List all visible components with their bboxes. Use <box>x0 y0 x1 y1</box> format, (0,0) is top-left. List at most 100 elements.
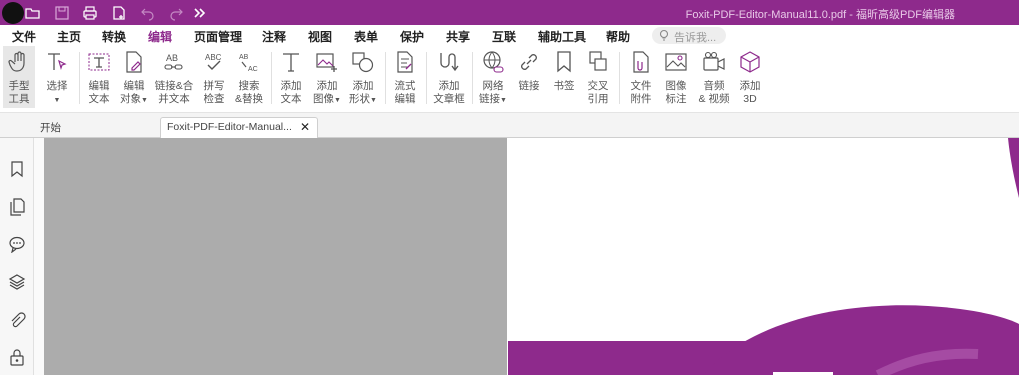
close-icon[interactable]: ✕ <box>300 120 310 134</box>
reflow-edit-icon <box>393 50 417 74</box>
hand-tool-button[interactable]: 手型 工具 <box>3 46 35 108</box>
menu-accessibility[interactable]: 辅助工具 <box>538 28 586 45</box>
undo-icon[interactable] <box>139 4 157 21</box>
link-merge-text-button[interactable]: AB 链接&合 并文本 <box>153 46 195 108</box>
save-icon[interactable] <box>53 4 71 21</box>
tool-label: 交叉 引用 <box>587 80 609 105</box>
menu-comment[interactable]: 注释 <box>262 28 286 45</box>
tool-label: 添加 3D <box>739 80 761 105</box>
bookmark-button[interactable]: 书签 <box>549 46 579 108</box>
open-icon[interactable] <box>24 4 42 21</box>
image-annotation-icon <box>664 50 688 74</box>
edit-object-icon <box>122 50 146 74</box>
tell-me-search[interactable]: 告诉我... <box>652 27 726 44</box>
tool-label: 选择 ▼ <box>46 80 68 104</box>
svg-text:AC: AC <box>248 66 258 73</box>
more-icon[interactable] <box>190 4 208 21</box>
ribbon-separator <box>472 52 473 104</box>
tool-label: 书签 <box>553 80 575 92</box>
svg-text:AB: AB <box>239 54 249 61</box>
audio-video-button[interactable]: 音频 & 视频 <box>697 46 731 108</box>
bookmark-icon <box>552 50 576 74</box>
tool-label: 链接&合 并文本 <box>154 80 194 105</box>
audio-video-icon <box>702 50 726 74</box>
spell-check-button[interactable]: ABC 拼写 检查 <box>199 46 229 108</box>
layers-panel-icon[interactable] <box>8 273 26 291</box>
add-shape-button[interactable]: 添加 形状▼ <box>346 46 380 108</box>
pdf-page[interactable] <box>508 138 1019 375</box>
web-link-icon <box>481 50 505 74</box>
print-icon[interactable] <box>81 4 99 21</box>
search-replace-icon: AB AC <box>237 50 261 74</box>
link-icon <box>517 50 541 74</box>
tool-label: 网络 链接▼ <box>479 80 507 105</box>
ribbon-separator <box>619 52 620 104</box>
cross-reference-icon <box>586 50 610 74</box>
redo-icon[interactable] <box>167 4 185 21</box>
title-bar: Foxit-PDF-Editor-Manual11.0.pdf - 福昕高级PD… <box>0 0 1019 25</box>
pages-panel-icon[interactable] <box>8 198 26 216</box>
add-3d-icon <box>738 50 762 74</box>
file-attachment-icon <box>629 50 653 74</box>
edit-text-button[interactable]: 编辑 文本 <box>83 46 115 108</box>
menu-help[interactable]: 帮助 <box>606 28 630 45</box>
menu-protect[interactable]: 保护 <box>400 28 424 45</box>
web-link-button[interactable]: 网络 链接▼ <box>476 46 510 108</box>
security-panel-icon[interactable] <box>8 348 26 366</box>
hand-icon <box>7 50 31 74</box>
link-merge-text-icon: AB <box>162 50 186 74</box>
tool-label: 添加 形状▼ <box>349 80 377 105</box>
tab-label: 开始 <box>40 122 61 134</box>
reflow-edit-button[interactable]: 流式 编辑 <box>390 46 420 108</box>
tool-label: 链接 <box>518 80 540 92</box>
document-tab-bar: 开始 Foxit-PDF-Editor-Manual... ✕ <box>0 113 1019 138</box>
menu-home[interactable]: 主页 <box>57 28 81 45</box>
svg-text:ABC: ABC <box>205 53 222 62</box>
tool-label: 添加 文本 <box>280 80 302 105</box>
image-annotation-button[interactable]: 图像 标注 <box>661 46 691 108</box>
search-replace-button[interactable]: AB AC 搜索 &替换 <box>233 46 265 108</box>
app-logo <box>2 2 24 24</box>
add-3d-button[interactable]: 添加 3D <box>735 46 765 108</box>
new-document-icon[interactable] <box>110 4 128 21</box>
ribbon-separator <box>385 52 386 104</box>
tool-label: 编辑 对象▼ <box>120 80 148 105</box>
svg-text:AB: AB <box>166 53 178 63</box>
comments-panel-icon[interactable] <box>8 235 26 254</box>
ribbon-separator <box>79 52 80 104</box>
select-text-icon <box>45 50 69 74</box>
lightbulb-icon <box>659 29 669 41</box>
article-box-button[interactable]: 添加 文章框 <box>431 46 467 108</box>
add-shape-icon <box>351 50 375 74</box>
add-text-button[interactable]: 添加 文本 <box>276 46 306 108</box>
attachments-panel-icon[interactable] <box>8 311 26 329</box>
add-image-button[interactable]: 添加 图像▼ <box>310 46 344 108</box>
link-button[interactable]: 链接 <box>514 46 544 108</box>
edit-object-button[interactable]: 编辑 对象▼ <box>117 46 151 108</box>
file-attachment-button[interactable]: 文件 附件 <box>626 46 656 108</box>
tool-label: 搜索 &替换 <box>234 80 263 105</box>
menu-share[interactable]: 共享 <box>446 28 470 45</box>
menu-edit[interactable]: 编辑 <box>145 28 175 49</box>
add-image-icon <box>315 50 339 74</box>
menu-connect[interactable]: 互联 <box>492 28 516 45</box>
tool-label: 添加 图像▼ <box>313 80 341 105</box>
ribbon-separator <box>426 52 427 104</box>
menu-form[interactable]: 表单 <box>354 28 378 45</box>
tool-label: 音频 & 视频 <box>698 80 730 105</box>
bookmark-panel-icon[interactable] <box>8 160 26 178</box>
select-tool-button[interactable]: 选择 ▼ <box>41 46 73 108</box>
cross-reference-button[interactable]: 交叉 引用 <box>583 46 613 108</box>
tab-document[interactable]: Foxit-PDF-Editor-Manual... ✕ <box>160 117 318 138</box>
tool-label: 文件 附件 <box>630 80 652 105</box>
menu-convert[interactable]: 转换 <box>102 28 126 45</box>
document-canvas[interactable] <box>44 138 507 375</box>
panel-gutter <box>34 138 44 375</box>
menu-view[interactable]: 视图 <box>308 28 332 45</box>
menu-organize[interactable]: 页面管理 <box>194 28 242 45</box>
ribbon-toolbar: 手型 工具 选择 ▼ 编辑 文本 编辑 对象▼ AB 链接&合 并文本 ABC 拼… <box>0 46 1019 113</box>
tab-start[interactable]: 开始 <box>34 117 160 137</box>
menu-file[interactable]: 文件 <box>12 28 36 45</box>
edit-text-icon <box>87 50 111 74</box>
tool-label: 编辑 文本 <box>88 80 110 105</box>
